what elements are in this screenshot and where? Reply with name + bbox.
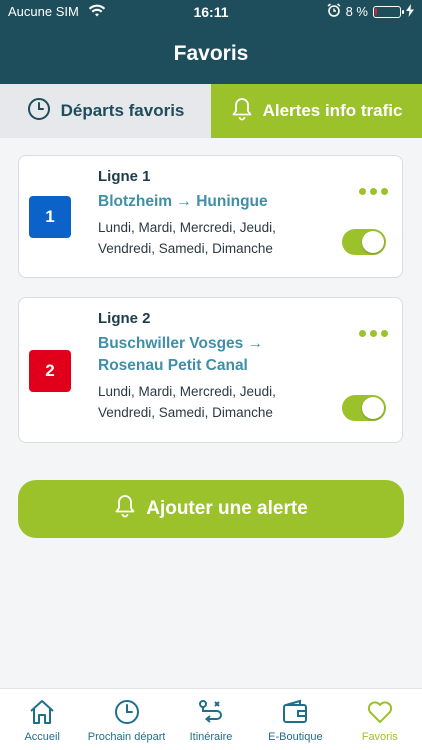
tab-label: Alertes info trafic bbox=[262, 101, 403, 120]
clock-icon bbox=[114, 699, 140, 728]
home-icon bbox=[28, 699, 56, 728]
more-options-icon[interactable] bbox=[359, 188, 388, 195]
add-alert-button[interactable]: Ajouter une alerte bbox=[18, 480, 404, 538]
add-alert-label: Ajouter une alerte bbox=[146, 498, 308, 519]
line-badge: 1 bbox=[29, 196, 71, 238]
segmented-tabs: Départs favoris Alertes info trafic bbox=[0, 84, 422, 138]
route-icon bbox=[197, 699, 225, 728]
route-from: Buschwiller Vosges bbox=[98, 335, 244, 352]
tabbar-item-favoris[interactable]: Favoris bbox=[338, 689, 422, 750]
arrow-right-icon: → bbox=[176, 193, 197, 210]
bell-icon bbox=[114, 494, 136, 524]
tabbar-item-itineraire[interactable]: Itinéraire bbox=[169, 689, 253, 750]
page-title: Favoris bbox=[173, 42, 249, 65]
heart-icon bbox=[366, 699, 394, 728]
line-badge: 2 bbox=[29, 350, 71, 392]
arrow-right-icon: → bbox=[247, 335, 264, 352]
line-name: Ligne 1 bbox=[98, 168, 151, 185]
battery-icon bbox=[373, 5, 404, 18]
battery-percent: 8 % bbox=[345, 4, 368, 19]
bell-icon bbox=[231, 97, 253, 126]
more-options-icon[interactable] bbox=[359, 330, 388, 337]
days-text: Lundi, Mardi, Mercredi, Jeudi, Vendredi,… bbox=[98, 217, 338, 259]
wallet-icon bbox=[281, 699, 309, 728]
tabbar-label: Itinéraire bbox=[189, 731, 233, 743]
days-text: Lundi, Mardi, Mercredi, Jeudi, Vendredi,… bbox=[98, 381, 338, 423]
route-to: Huningue bbox=[196, 193, 268, 210]
route-to: Rosenau Petit Canal bbox=[98, 357, 248, 374]
days-line: Lundi, Mardi, Mercredi, Jeudi, bbox=[98, 220, 276, 235]
bottom-tab-bar: Accueil Prochain départ Itinéraire E-Bou… bbox=[0, 688, 422, 750]
line-name: Ligne 2 bbox=[98, 310, 151, 327]
days-line: Lundi, Mardi, Mercredi, Jeudi, bbox=[98, 384, 276, 399]
navigation-bar: Favoris bbox=[0, 24, 422, 84]
tab-label: Départs favoris bbox=[60, 101, 185, 120]
tab-alertes-info-trafic[interactable]: Alertes info trafic bbox=[211, 84, 422, 138]
route-from: Blotzheim bbox=[98, 193, 173, 210]
tabbar-item-e-boutique[interactable]: E-Boutique bbox=[253, 689, 337, 750]
tabbar-item-accueil[interactable]: Accueil bbox=[0, 689, 84, 750]
alert-card[interactable]: 1 Ligne 1 Blotzheim → Huningue Lundi, Ma… bbox=[18, 155, 403, 278]
status-bar: Aucune SIM 16:11 8 % bbox=[0, 0, 422, 24]
alarm-icon bbox=[327, 3, 341, 20]
alert-card[interactable]: 2 Ligne 2 Buschwiller Vosges → Rosenau P… bbox=[18, 297, 403, 443]
route: Blotzheim → Huningue bbox=[98, 191, 338, 213]
tabbar-label: Favoris bbox=[361, 731, 398, 743]
clock-icon bbox=[27, 97, 51, 126]
days-line: Vendredi, Samedi, Dimanche bbox=[98, 241, 273, 256]
alert-toggle[interactable] bbox=[342, 395, 386, 421]
tabbar-label: Prochain départ bbox=[87, 731, 166, 743]
tab-departs-favoris[interactable]: Départs favoris bbox=[0, 84, 211, 138]
tabbar-label: Accueil bbox=[24, 731, 60, 743]
tabbar-label: E-Boutique bbox=[268, 731, 323, 743]
charging-icon bbox=[406, 3, 414, 20]
route: Buschwiller Vosges → Rosenau Petit Canal bbox=[98, 333, 338, 377]
days-line: Vendredi, Samedi, Dimanche bbox=[98, 405, 273, 420]
tabbar-item-prochain-depart[interactable]: Prochain départ bbox=[84, 689, 168, 750]
alert-toggle[interactable] bbox=[342, 229, 386, 255]
